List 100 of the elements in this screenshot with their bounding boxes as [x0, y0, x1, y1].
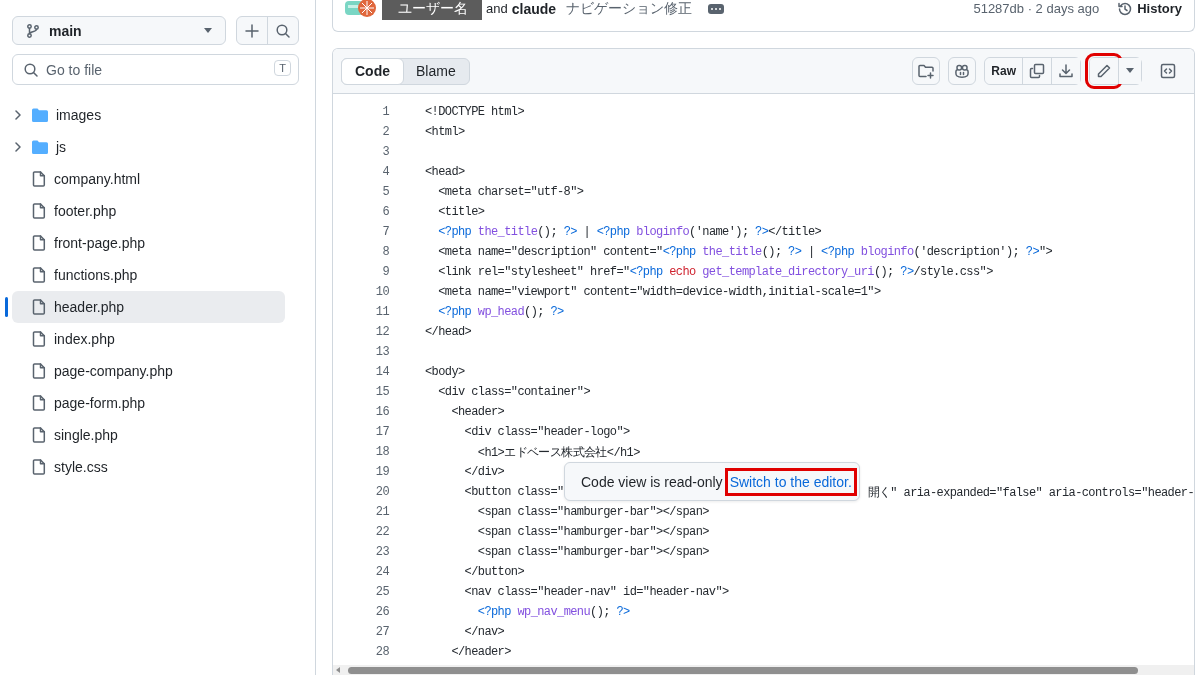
line-number: 7 — [381, 225, 389, 239]
file-tree-item[interactable]: footer.php — [12, 195, 285, 227]
download-button[interactable] — [1051, 58, 1080, 84]
folder-icon — [32, 108, 48, 122]
line-number: 3 — [381, 145, 389, 159]
file-tree-item[interactable]: single.php — [12, 419, 285, 451]
line-number: 11 — [374, 305, 389, 319]
code-line: <div class="header-logo"> — [463, 425, 630, 439]
line-number: 17 — [374, 425, 389, 439]
code-line: <body> — [425, 365, 465, 379]
line-number: 2 — [381, 125, 389, 139]
line-number: 15 — [374, 385, 389, 399]
folder-icon — [32, 140, 48, 154]
caret-icon — [1125, 68, 1135, 74]
more-edit-options-button[interactable] — [1118, 58, 1141, 84]
code-line: <head> — [425, 165, 465, 179]
file-icon — [32, 395, 46, 411]
code-line: <h1>エドベース株式会社</h1> — [476, 444, 640, 461]
folder-plus-icon — [918, 63, 935, 79]
horizontal-scrollbar[interactable] — [333, 665, 1194, 675]
code-line: <nav class="header-nav" id="header-nav"> — [463, 585, 729, 599]
view-tab[interactable]: Blame — [403, 58, 469, 84]
code-line: <meta charset="utf-8"> — [437, 185, 584, 199]
copy-icon — [1029, 63, 1045, 79]
code-line: </div> — [463, 465, 505, 479]
code-line: <?php the_title(); ?> | <?php bloginfo('name'); ?></title> — [437, 225, 822, 239]
file-icon — [32, 235, 46, 251]
view-tab[interactable]: Code — [341, 57, 404, 85]
line-number: 13 — [374, 345, 389, 359]
code-line: <span class="hamburger-bar"></span> — [476, 545, 709, 559]
file-tree-item[interactable]: index.php — [12, 323, 285, 355]
code-line: </nav> — [463, 625, 505, 639]
avatar-icon — [345, 0, 377, 19]
code-line: <div class="container"> — [437, 385, 591, 399]
code-line: <meta name="viewport" content="width=device-width,initial-scale=1"> — [437, 285, 881, 299]
add-folder-button[interactable] — [912, 57, 941, 85]
code-line: </header> — [450, 645, 511, 659]
search-icon — [275, 22, 292, 39]
file-tree-item[interactable]: images — [12, 99, 285, 131]
history-icon — [1117, 0, 1134, 17]
code-line: </button> — [463, 565, 525, 579]
line-number: 5 — [381, 185, 389, 199]
file-icon — [32, 363, 46, 379]
code-line: <span class="hamburger-bar"></span> — [476, 525, 709, 539]
line-number: 21 — [374, 505, 389, 519]
line-number: 27 — [374, 625, 389, 639]
file-tree-item[interactable]: company.html — [12, 163, 285, 195]
line-number: 26 — [374, 605, 389, 619]
line-number: 8 — [381, 245, 389, 259]
branch-selector[interactable]: main — [12, 16, 226, 45]
commit-message[interactable]: ナビゲーション修正 — [566, 0, 693, 18]
code-line: <?php wp_nav_menu(); ?> — [476, 605, 630, 619]
file-tree-item[interactable]: functions.php — [12, 259, 285, 291]
file-tree-item[interactable]: front-page.php — [12, 227, 285, 259]
shortcut-key: T — [274, 60, 291, 76]
line-number: 18 — [374, 445, 389, 459]
code-line: <!DOCTYPE html> — [425, 105, 525, 119]
plus-icon — [243, 22, 260, 39]
file-icon — [32, 171, 46, 187]
commit-text: and — [486, 1, 508, 16]
line-number: 9 — [381, 265, 389, 279]
file-icon — [32, 267, 46, 283]
file-icon — [32, 331, 46, 347]
tooltip-text: Code view is read-only — [581, 473, 723, 490]
code-line: <link rel="stylesheet" href="<?php echo get_template_directory_uri(); ?>/style.css"> — [437, 265, 993, 279]
line-number: 20 — [374, 485, 389, 499]
code-line: 開く" aria-expanded="false" aria-controls="header- — [867, 484, 1194, 501]
file-tree-item[interactable]: page-company.php — [12, 355, 285, 387]
author-name[interactable]: ユーザー名 — [382, 0, 482, 20]
code-line: <span class="hamburger-bar"></span> — [476, 505, 709, 519]
ellipsis-icon[interactable] — [708, 3, 725, 14]
code-line: </head> — [425, 325, 472, 339]
code-line: <header> — [450, 405, 505, 419]
pencil-icon — [1096, 63, 1112, 79]
line-number: 16 — [374, 405, 389, 419]
line-number: 28 — [374, 645, 389, 659]
line-number: 1 — [381, 105, 389, 119]
file-icon — [32, 427, 46, 443]
robot-icon — [954, 63, 971, 79]
file-tree-item[interactable]: style.css — [12, 451, 285, 483]
commit-meta[interactable]: 51287db · 2 days ago — [973, 1, 1100, 16]
file-tree-item[interactable]: page-form.php — [12, 387, 285, 419]
code-line: <title> — [437, 205, 485, 219]
file-tree-item[interactable]: js — [12, 131, 285, 163]
file-icon — [32, 299, 46, 315]
line-number: 4 — [381, 165, 389, 179]
code-line: <button class=" — [463, 485, 564, 499]
switch-editor-link[interactable]: Switch to the editor. — [726, 469, 855, 494]
download-icon — [1058, 63, 1074, 79]
caret-icon — [202, 27, 213, 34]
branch-icon — [25, 22, 41, 39]
line-number: 12 — [374, 325, 389, 339]
line-number: 24 — [374, 565, 389, 579]
line-number: 19 — [374, 465, 389, 479]
line-number: 23 — [374, 545, 389, 559]
history-button[interactable]: History — [1117, 0, 1182, 17]
line-number: 22 — [374, 525, 389, 539]
coauthor-name[interactable]: claude — [511, 0, 557, 17]
copilot-button[interactable] — [948, 57, 977, 85]
line-number: 25 — [374, 585, 389, 599]
